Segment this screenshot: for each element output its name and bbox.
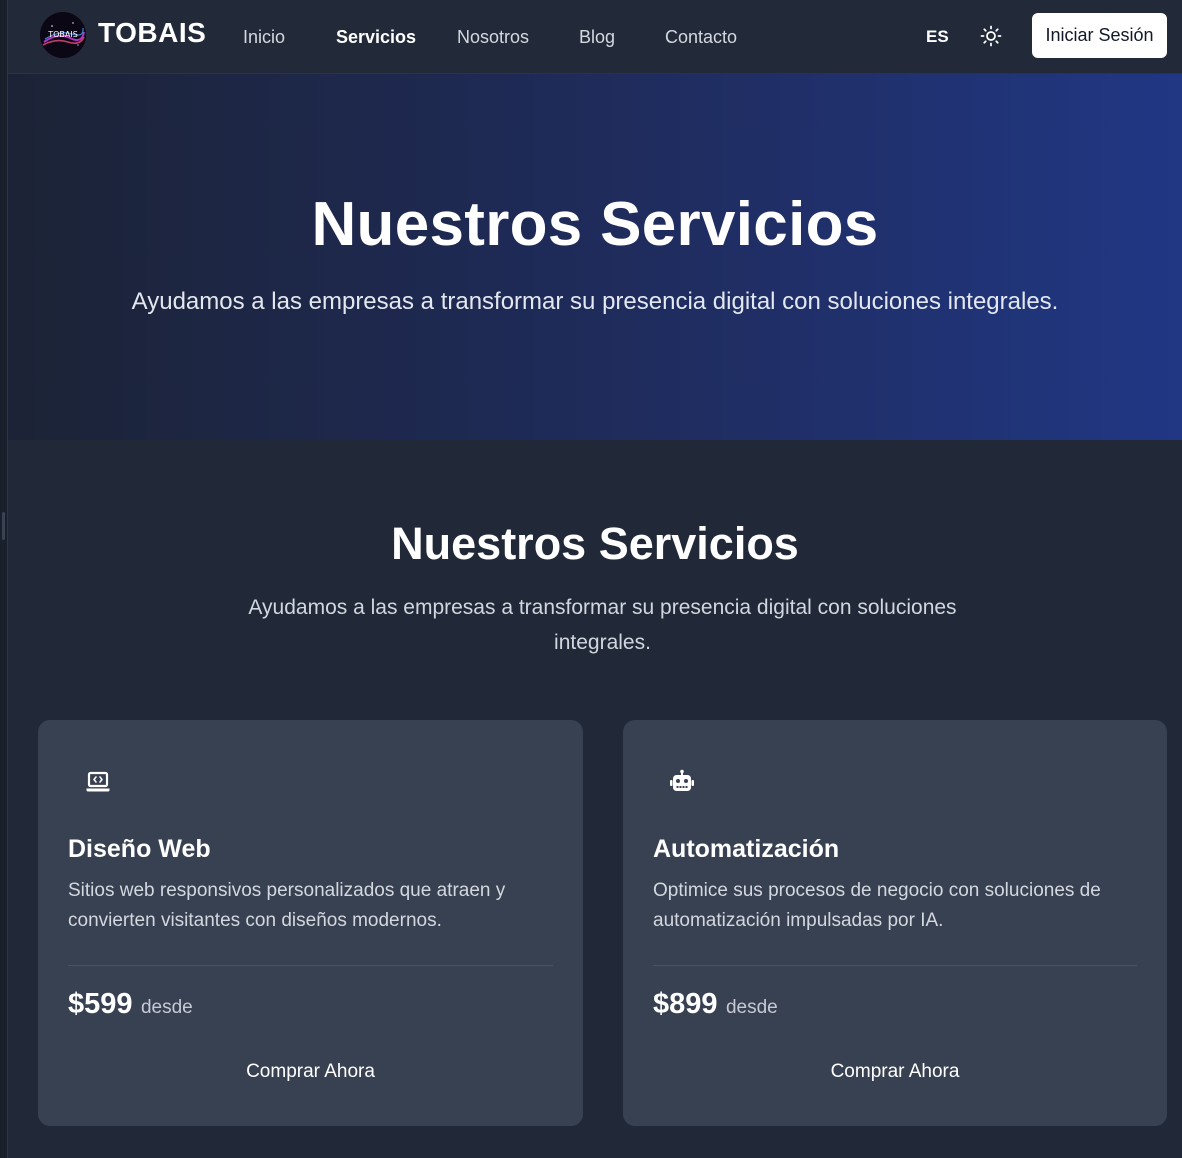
nav-link-inicio[interactable]: Inicio [243, 27, 285, 48]
card-price: $899 desde [653, 988, 778, 1021]
card-divider [68, 965, 553, 966]
brand-logo[interactable]: TOBAIS [40, 12, 86, 58]
service-card-web-design: Diseño Web Sitios web responsivos person… [38, 720, 583, 1126]
card-title: Automatización [653, 835, 840, 863]
nav-link-blog[interactable]: Blog [579, 27, 615, 48]
resize-handle[interactable] [2, 512, 5, 540]
login-button[interactable]: Iniciar Sesión [1032, 13, 1167, 58]
buy-now-button[interactable]: Comprar Ahora [653, 1052, 1137, 1092]
navbar: TOBAIS TOBAIS Inicio Servicios Nosotros … [8, 0, 1182, 74]
brand-name[interactable]: TOBAIS [98, 17, 206, 49]
nav-link-contacto[interactable]: Contacto [665, 27, 737, 48]
hero-title: Nuestros Servicios [311, 190, 879, 259]
card-description: Sitios web responsivos personalizados qu… [68, 880, 506, 931]
card-price: $599 desde [68, 988, 193, 1021]
sun-icon[interactable] [979, 24, 1003, 48]
services-subtitle: Ayudamos a las empresas a transformar su… [248, 596, 957, 654]
price-value: $899 [653, 988, 718, 1020]
price-suffix: desde [725, 997, 778, 1018]
card-divider [653, 965, 1137, 966]
nav-link-nosotros[interactable]: Nosotros [457, 27, 529, 48]
window-edge [0, 0, 8, 1158]
card-title: Diseño Web [68, 835, 211, 863]
service-card-automation: Automatización Optimice sus procesos de … [623, 720, 1167, 1126]
robot-icon [668, 768, 696, 796]
logo-graphic: TOBAIS [40, 12, 86, 58]
nav-link-servicios[interactable]: Servicios [336, 27, 416, 48]
laptop-code-icon [84, 768, 112, 796]
hero-banner: Nuestros Servicios Ayudamos a las empres… [8, 74, 1182, 440]
buy-now-button[interactable]: Comprar Ahora [68, 1052, 553, 1092]
card-description: Optimice sus procesos de negocio con sol… [653, 880, 1101, 931]
language-selector[interactable]: ES [926, 27, 949, 47]
price-suffix: desde [140, 997, 193, 1018]
logo-lettering: TOBAIS [47, 30, 78, 39]
services-title: Nuestros Servicios [391, 518, 799, 569]
price-value: $599 [68, 988, 133, 1020]
hero-subtitle: Ayudamos a las empresas a transformar su… [131, 288, 1059, 315]
